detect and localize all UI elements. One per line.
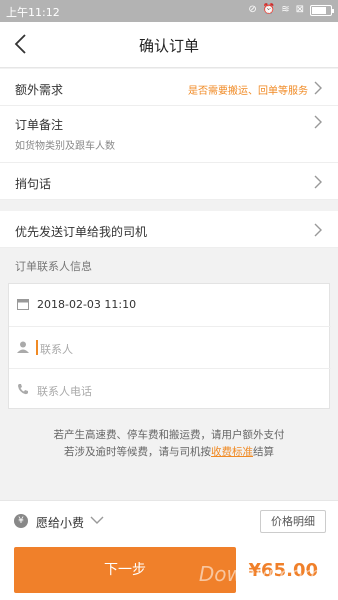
status-icons: ⊘ ⏰ ≋ ⊠ — [248, 4, 334, 16]
priority-driver-label: 优先发送订单给我的司机 — [15, 225, 148, 239]
fee-standard-link[interactable]: 收费标准 — [211, 446, 253, 458]
message-row[interactable]: 捎句话 — [0, 163, 338, 200]
status-bar: 上午11:12 ⊘ ⏰ ≋ ⊠ — [0, 0, 338, 22]
contact-name-placeholder: 联系人 — [40, 343, 73, 356]
bottom-bar: 下一步 ¥65.00 Downyi.com — [0, 540, 338, 600]
chevron-right-icon — [314, 223, 322, 237]
alarm-off-icon: ⊘ — [248, 4, 257, 15]
status-time: 上午11:12 — [6, 6, 60, 19]
battery-icon — [310, 4, 334, 16]
alarm-icon: ⏰ — [262, 4, 276, 15]
order-remark-row[interactable]: 订单备注 如货物类别及跟车人数 — [0, 106, 338, 163]
phone-icon — [18, 384, 28, 395]
contact-phone-placeholder: 联系人电话 — [37, 385, 92, 398]
extra-needs-hint: 是否需要搬运、回单等服务 — [188, 86, 308, 97]
chevron-right-icon — [314, 81, 322, 95]
chevron-right-icon — [314, 115, 322, 129]
price-detail-button[interactable]: 价格明细 — [260, 510, 326, 533]
order-remark-subtext: 如货物类别及跟车人数 — [15, 141, 115, 152]
datetime-value: 2018-02-03 11:10 — [37, 298, 137, 311]
text-caret — [36, 340, 38, 355]
extra-needs-row[interactable]: 额外需求 是否需要搬运、回单等服务 — [0, 69, 338, 106]
order-remark-label: 订单备注 — [15, 118, 64, 132]
tip-bar: ¥ 愿给小费 价格明细 — [0, 500, 338, 540]
tip-label[interactable]: 愿给小费 — [36, 514, 84, 531]
navigation-bar: 确认订单 — [0, 22, 338, 68]
priority-driver-row[interactable]: 优先发送订单给我的司机 — [0, 211, 338, 248]
fee-notice-line2: 若涉及逾时等候费，请与司机按收费标准结算 — [0, 444, 338, 461]
fee-notice-suffix: 结算 — [253, 446, 274, 458]
extra-needs-label: 额外需求 — [15, 83, 64, 97]
yen-icon: ¥ — [14, 514, 28, 528]
contact-card: 2018-02-03 11:10 联系人 联系人电话 — [8, 283, 331, 410]
contact-name-field[interactable]: 联系人 — [9, 326, 331, 368]
chevron-right-icon — [314, 175, 322, 189]
message-label: 捎句话 — [15, 177, 52, 191]
wifi-icon: ≋ — [281, 4, 290, 15]
no-sim-icon: ⊠ — [295, 4, 304, 15]
fee-notice-line1: 若产生高速费、停车费和搬运费，请用户额外支付 — [53, 429, 285, 441]
fee-notice: 若产生高速费、停车费和搬运费，请用户额外支付 若涉及逾时等候费，请与司机按收费标… — [0, 427, 338, 461]
datetime-field[interactable]: 2018-02-03 11:10 — [9, 284, 331, 326]
watermark: Downyi.com — [198, 562, 322, 586]
contact-phone-field[interactable]: 联系人电话 — [9, 368, 331, 410]
contact-section-title: 订单联系人信息 — [15, 260, 92, 273]
page-title: 确认订单 — [138, 37, 199, 55]
chevron-down-icon[interactable] — [90, 515, 104, 525]
person-icon — [17, 341, 29, 353]
calendar-icon — [17, 299, 29, 310]
fee-notice-prefix: 若涉及逾时等候费，请与司机按 — [64, 446, 211, 458]
